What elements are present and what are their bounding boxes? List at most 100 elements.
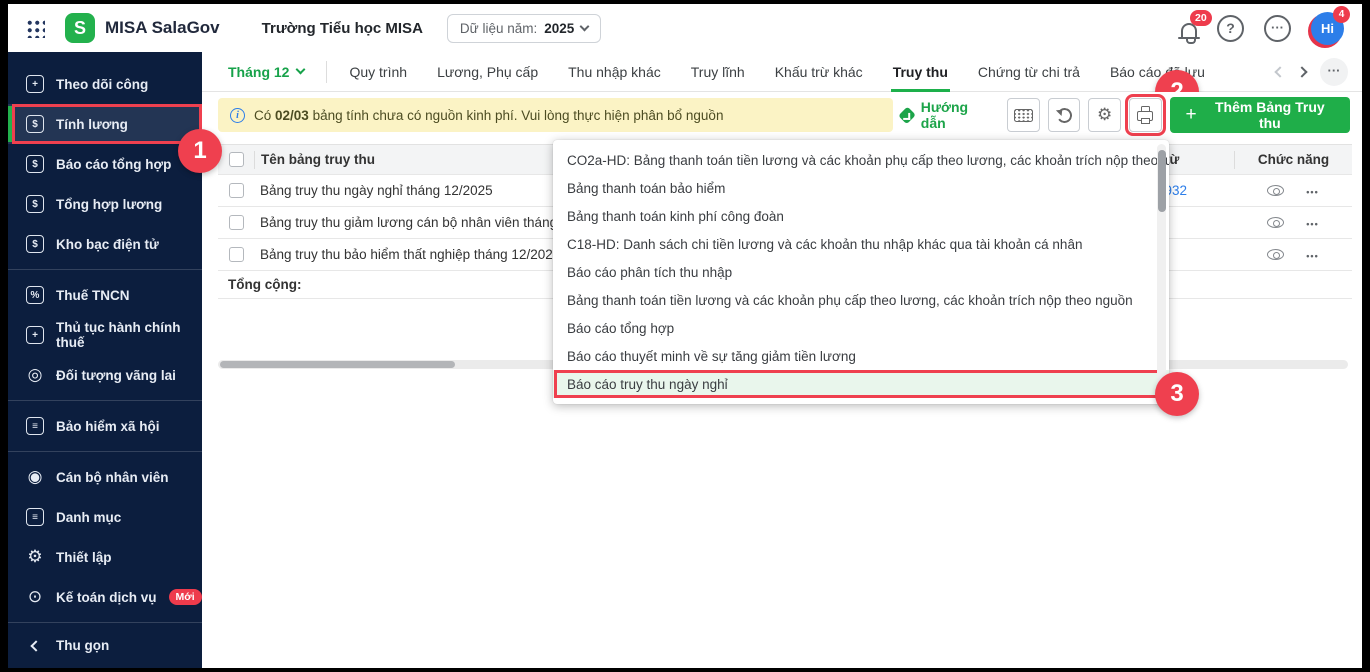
vertical-divider [326,61,327,83]
tab[interactable]: Khấu trừ khác [775,52,863,91]
tabs: Quy trình Lương, Phụ cấp Thu nhập khác T… [349,52,1204,91]
tabs-prev-icon[interactable] [1274,66,1285,77]
print-button[interactable] [1129,98,1162,132]
tab[interactable]: Lương, Phụ cấp [437,52,538,91]
tab-label: Thu nhập khác [568,64,661,80]
new-badge: Mới [169,589,202,605]
settings-icon [26,548,44,566]
notification-count-badge: 20 [1190,10,1212,26]
guide-label: Hướng dẫn [921,99,993,131]
sidebar-item-label: Thủ tục hành chính thuế [56,320,202,350]
month-selector[interactable]: Tháng 12 [228,64,304,80]
sidebar-item[interactable]: Tổng hợp lương [8,184,202,224]
view-icon[interactable] [1267,217,1284,228]
summary-icon [26,195,44,213]
dropdown-list: CO2a-HD: Bảng thanh toán tiền lương và c… [553,146,1169,398]
dropdown-item[interactable]: Báo cáo phân tích thu nhập [553,258,1169,286]
notifications-button[interactable]: 20 [1181,19,1197,37]
avatar-count-badge: 4 [1333,6,1350,23]
row-more-icon[interactable] [1306,247,1318,262]
toolbar-actions: Hướng dẫn Thêm Bảng Truy thu [901,97,1350,133]
sidebar-item[interactable]: Cán bộ nhân viên [8,457,202,497]
sidebar-item[interactable]: Theo dõi công [8,64,202,104]
sidebar-item[interactable]: Thủ tục hành chính thuế [8,315,202,355]
tab[interactable]: Chứng từ chi trả [978,52,1080,91]
dropdown-scrollbar-thumb[interactable] [1158,150,1166,212]
app-title: MISA SalaGov [105,18,220,38]
tabs-overflow-button[interactable] [1320,58,1348,86]
dropdown-item[interactable]: Báo cáo truy thu ngày nghỉ [553,370,1169,398]
settings-button[interactable] [1088,98,1121,132]
sidebar-item[interactable]: Thiết lập [8,537,202,577]
dropdown-item[interactable]: Bảng thanh toán bảo hiểm [553,174,1169,202]
app-grid-icon[interactable] [26,19,45,38]
sidebar-item[interactable]: Tính lương [8,104,202,144]
data-year-select[interactable]: Dữ liệu năm: 2025 [447,14,601,43]
row-more-icon[interactable] [1306,183,1318,198]
sidebar-item[interactable]: Kho bạc điện tử [8,224,202,264]
dropdown-item[interactable]: Bảng thanh toán tiền lương và các khoản … [553,286,1169,314]
add-truythu-button[interactable]: Thêm Bảng Truy thu [1170,97,1351,133]
chevron-down-icon [296,65,306,75]
row-checkbox[interactable] [229,247,244,262]
view-icon[interactable] [1267,249,1284,260]
dropdown-item[interactable]: C18-HD: Danh sách chi tiền lương và các … [553,230,1169,258]
tab[interactable]: Truy lĩnh [691,52,745,91]
header-actions: 20 Hi 4 [1181,12,1344,45]
row-checkbox[interactable] [229,215,244,230]
tab-label: Quy trình [349,64,407,80]
dropdown-scrollbar[interactable] [1157,144,1166,400]
tab-label: Chứng từ chi trả [978,64,1080,80]
sidebar-item[interactable]: Đối tượng vãng lai [8,355,202,395]
tab[interactable]: Thu nhập khác [568,52,661,91]
horizontal-scrollbar-thumb[interactable] [220,361,455,368]
sidebar-menu: Theo dõi công Tính lương Báo cáo tổng hợ… [8,52,202,617]
sidebar-item-label: Tính lương [56,117,128,132]
dropdown-item[interactable]: Bảng thanh toán kinh phí công đoàn [553,202,1169,230]
dropdown-item[interactable]: CO2a-HD: Bảng thanh toán tiền lương và c… [553,146,1169,174]
year-select-label: Dữ liệu năm: [460,21,537,36]
more-options-button[interactable] [1264,15,1291,42]
sidebar-item[interactable]: Thuế TNCN [8,275,202,315]
help-button[interactable] [1217,15,1244,42]
gear-icon [1097,105,1112,125]
row-more-icon[interactable] [1306,215,1318,230]
tab[interactable]: Truy thu [893,52,948,91]
tabs-next-icon[interactable] [1296,66,1307,77]
column-header-action: Chức năng [1234,151,1352,169]
sidebar-item[interactable]: Báo cáo tổng hợp [8,144,202,184]
treasury-icon [26,235,44,253]
sidebar-item-label: Theo dõi công [56,77,148,92]
sidebar-collapse-button[interactable]: Thu gọn [8,622,202,668]
refresh-button[interactable] [1048,98,1081,132]
dropdown-item[interactable]: Báo cáo thuyết minh về sự tăng giảm tiền… [553,342,1169,370]
category-icon [26,508,44,526]
sidebar-item-label: Kế toán dịch vụ [56,590,157,605]
sidebar-item[interactable]: Bảo hiểm xã hội [8,406,202,446]
tab[interactable]: Quy trình [349,52,407,91]
tab-label: Truy lĩnh [691,64,745,80]
guide-icon [899,106,917,124]
dropdown-item[interactable]: Báo cáo tổng hợp [553,314,1169,342]
top-header: S MISA SalaGov Trường Tiểu học MISA Dữ l… [8,4,1362,52]
sidebar-item[interactable]: Danh mục [8,497,202,537]
tax-procedure-icon [26,326,44,344]
user-avatar[interactable]: Hi 4 [1311,12,1344,45]
chevron-left-icon [30,640,41,651]
warning-banner: Có 02/03 bảng tính chưa có nguồn kinh ph… [218,98,893,132]
select-all-checkbox[interactable] [229,152,244,167]
row-checkbox[interactable] [229,183,244,198]
collapse-label: Thu gọn [56,638,109,653]
view-icon[interactable] [1267,185,1284,196]
guide-link[interactable]: Hướng dẫn [901,99,993,131]
sidebar-item-label: Cán bộ nhân viên [56,470,169,485]
organization-name: Trường Tiểu học MISA [262,20,423,37]
people-icon [26,366,44,384]
info-icon [230,108,245,123]
year-select-value: 2025 [544,21,574,36]
insurance-icon [26,417,44,435]
sidebar-item-label: Tổng hợp lương [56,197,162,212]
sidebar-item-label: Báo cáo tổng hợp [56,157,171,172]
keyboard-shortcuts-button[interactable] [1007,98,1040,132]
sidebar-item[interactable]: Kế toán dịch vụ Mới [8,577,202,617]
